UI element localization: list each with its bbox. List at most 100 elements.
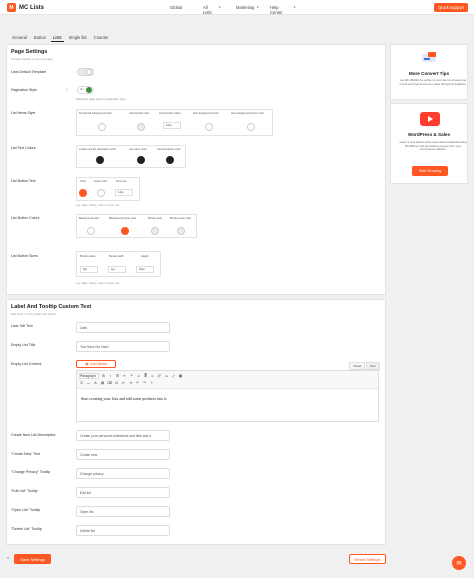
horizontal-line-icon[interactable]: — (86, 381, 91, 385)
fullscreen-icon[interactable]: ⤢ (171, 374, 176, 378)
numbered-list-icon[interactable]: ≡ (122, 374, 127, 378)
toolbar-toggle-icon[interactable]: ▦ (178, 374, 183, 378)
paste-text-icon[interactable]: ▤ (100, 381, 105, 385)
undo-icon[interactable]: ↶ (135, 381, 140, 385)
collapse-icon[interactable]: « (7, 555, 9, 560)
convert-tips-desc: Let MC Wishlist be active on your site f… (399, 78, 467, 86)
btn-radius-input[interactable]: 5px (80, 266, 98, 273)
app-logo[interactable]: M MC Lists (7, 3, 44, 12)
change-privacy-input[interactable]: Change privacy (76, 468, 170, 479)
help-icon[interactable]: ? (149, 381, 154, 385)
list-name-color-swatch[interactable] (137, 156, 145, 164)
card-border-swatch[interactable] (137, 123, 145, 131)
col-label: Height (141, 255, 149, 258)
tab-single-list[interactable]: Single list (67, 34, 89, 42)
text-color-list-desc: List description color (157, 148, 181, 151)
thumb-bg-swatch[interactable] (98, 123, 106, 131)
strikethrough-icon[interactable]: S (79, 381, 84, 385)
page-settings-subtitle: Choose details of your list page. (11, 57, 54, 61)
paragraph-select[interactable]: Paragraph (79, 373, 99, 379)
bottom-bar: « Save Settings Reset Settings (0, 548, 474, 578)
chat-icon[interactable]: ✉ (452, 556, 466, 570)
create-new-input[interactable]: Create new (76, 449, 170, 460)
item-style-radius: Card border radius (159, 112, 181, 115)
nav-help-center[interactable]: Help Center (270, 5, 283, 15)
editor-tab-text[interactable]: Text (366, 362, 380, 370)
btn-bg-hover-swatch[interactable] (121, 227, 129, 235)
redo-icon[interactable]: ↷ (142, 381, 147, 385)
text-color-icon[interactable]: A (93, 381, 98, 385)
tab-button[interactable]: Button (32, 34, 48, 42)
btn-width-input[interactable]: 1px (108, 266, 126, 273)
blockquote-icon[interactable]: ❝ (129, 374, 134, 378)
card-radius-input[interactable]: 10px (163, 122, 181, 129)
align-left-icon[interactable]: ⫷ (136, 374, 141, 378)
create-desc-label: Create New List Description (11, 433, 56, 437)
clear-format-icon[interactable]: ⌫ (107, 381, 112, 385)
special-char-icon[interactable]: Ω (114, 381, 119, 385)
align-right-icon[interactable]: ⫸ (150, 374, 155, 378)
nav-marketing[interactable]: Marketing (236, 5, 254, 10)
app-name: MC Lists (19, 4, 45, 11)
pagination-toggle[interactable]: On (77, 86, 94, 94)
nav-all-lists[interactable]: All Lists (203, 5, 212, 15)
item-style-card-border: Card border color (129, 112, 149, 115)
btn-text-hover-swatch[interactable] (97, 189, 105, 197)
label-section-title: Label And Tooltip Custom Text (11, 304, 92, 310)
col-label: Hover color (94, 180, 108, 183)
btn-height: Height (141, 255, 149, 258)
delete-list-label: "Delete List" Tooltip (11, 527, 42, 531)
item-bg-swatch[interactable] (205, 123, 213, 131)
top-bar: M MC Lists Global All Lists ▾ Marketing … (0, 0, 474, 15)
btn-text-color-swatch[interactable] (79, 189, 87, 197)
editor-tab-visual[interactable]: Visual (349, 362, 366, 370)
tab-counter[interactable]: Counter (92, 34, 111, 42)
col-label: Item background color (193, 112, 219, 115)
tab-general[interactable]: General (10, 34, 29, 42)
btn-text-label: List Button Text (11, 179, 36, 183)
lists-tab-text-input[interactable]: Lists (76, 322, 170, 333)
reset-settings-button[interactable]: Reset Settings (349, 554, 386, 564)
rich-text-editor[interactable]: Paragraph B I ☰ ≡ ❝ ⫷ ≣ ⫸ 🔗 ▭ ⤢ ▦ S — A … (76, 370, 379, 422)
btn-height-input[interactable]: 30px (136, 266, 154, 273)
text-color-list-name: List name color (129, 148, 147, 151)
bold-icon[interactable]: B (101, 374, 106, 378)
edit-list-input[interactable]: Edit list (76, 487, 170, 498)
align-center-icon[interactable]: ≣ (143, 374, 148, 378)
read-more-icon[interactable]: ▭ (164, 374, 169, 378)
col-label: Color (80, 180, 87, 183)
chevron-down-icon: ▾ (294, 5, 296, 9)
start-growing-button[interactable]: Start Growing (412, 166, 448, 176)
col-label: Create new list description color (79, 148, 116, 151)
btn-border-hover-swatch[interactable] (177, 227, 185, 235)
empty-title-input[interactable]: You Have No Lists! (76, 341, 170, 352)
italic-icon[interactable]: I (108, 374, 113, 378)
delete-list-input[interactable]: Delete list (76, 525, 170, 536)
btn-bg-swatch[interactable] (87, 227, 95, 235)
create-desc-color-swatch[interactable] (96, 156, 104, 164)
col-label: Card border radius (159, 112, 181, 115)
default-template-toggle[interactable] (77, 68, 94, 76)
pagination-hint: Select list page style for pagination ty… (76, 97, 127, 101)
btn-font-size-input[interactable]: 14px (115, 189, 133, 196)
item-bg-hover-swatch[interactable] (247, 123, 255, 131)
outdent-icon[interactable]: ⇤ (121, 381, 126, 385)
col-label: Border width (109, 255, 124, 258)
btn-colors-label: List Button Colors (11, 216, 40, 220)
create-desc-input[interactable]: Create your personal collections and lis… (76, 430, 170, 441)
nav-global[interactable]: Global (170, 5, 182, 10)
indent-icon[interactable]: ⇥ (128, 381, 133, 385)
open-list-input[interactable]: Open list (76, 506, 170, 517)
btn-border-swatch[interactable] (151, 227, 159, 235)
col-label: Item background hover color (231, 112, 264, 115)
logo-icon: M (7, 3, 16, 12)
col-label: List description color (157, 148, 181, 151)
tab-lists[interactable]: Lists (51, 34, 64, 42)
link-icon[interactable]: 🔗 (157, 374, 162, 378)
bullet-list-icon[interactable]: ☰ (115, 374, 120, 378)
col-label: Border radius (80, 255, 96, 258)
add-media-button[interactable]: ▣ Add Media (76, 360, 116, 368)
quick-support-button[interactable]: Quick support (434, 3, 468, 12)
list-desc-color-swatch[interactable] (166, 156, 174, 164)
save-settings-button[interactable]: Save Settings (14, 554, 51, 564)
